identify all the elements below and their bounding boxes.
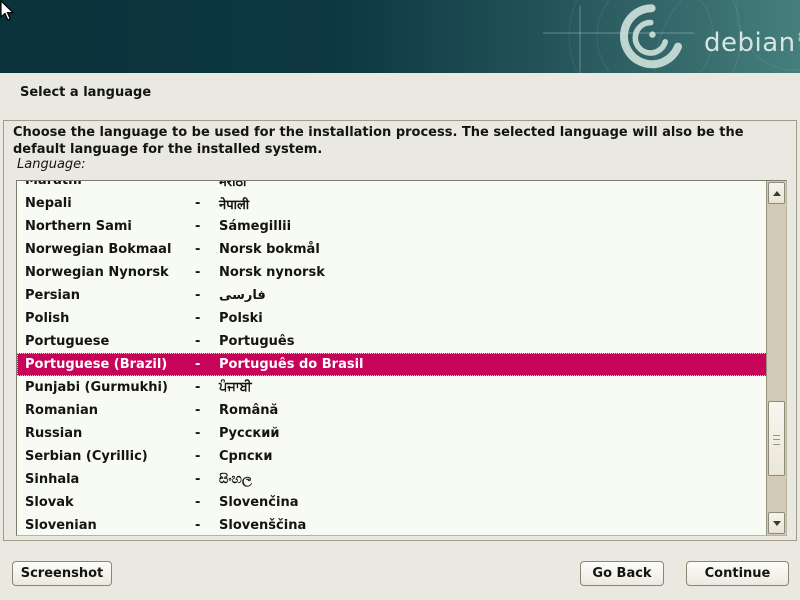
language-name: Slovak bbox=[25, 495, 195, 510]
language-list-item[interactable]: Northern Sami - Sámegillii bbox=[17, 215, 767, 238]
language-name: Nepali bbox=[25, 196, 195, 211]
language-name: Northern Sami bbox=[25, 219, 195, 234]
scrollbar[interactable] bbox=[766, 181, 786, 535]
page-title: Select a language bbox=[20, 85, 151, 100]
language-list-item[interactable]: Punjabi (Gurmukhi) - ਪੰਜਾਬੀ bbox=[17, 376, 767, 399]
language-native-name: Português bbox=[219, 334, 767, 349]
language-native-name: සිංහල bbox=[219, 472, 767, 487]
scrollbar-grip bbox=[773, 435, 780, 445]
language-native-name: ਪੰਜਾਬੀ bbox=[219, 380, 767, 395]
debian-brand-text: debian8 bbox=[704, 28, 800, 58]
language-name: Persian bbox=[25, 288, 195, 303]
language-separator: - bbox=[195, 449, 219, 464]
description-text: Choose the language to be used for the i… bbox=[13, 125, 783, 158]
language-list-item[interactable]: Norwegian Bokmaal - Norsk bokmål bbox=[17, 238, 767, 261]
language-list-item[interactable]: Marathi - मराठी bbox=[17, 180, 767, 192]
language-native-name: Português do Brasil bbox=[219, 357, 767, 372]
language-separator: - bbox=[195, 196, 219, 211]
language-name: Slovenian bbox=[25, 518, 195, 533]
language-list-item[interactable]: Portuguese (Brazil) - Português do Brasi… bbox=[17, 353, 767, 376]
language-name: Polish bbox=[25, 311, 195, 326]
screenshot-button[interactable]: Screenshot bbox=[12, 561, 112, 586]
language-label: Language: bbox=[17, 157, 86, 172]
language-separator: - bbox=[195, 518, 219, 533]
language-native-name: Српски bbox=[219, 449, 767, 464]
language-name: Romanian bbox=[25, 403, 195, 418]
language-list-item[interactable]: Slovak - Slovenčina bbox=[17, 491, 767, 514]
language-separator: - bbox=[195, 242, 219, 257]
language-name: Serbian (Cyrillic) bbox=[25, 449, 195, 464]
language-separator: - bbox=[195, 472, 219, 487]
installer-banner: debian8 bbox=[0, 0, 800, 73]
language-name: Norwegian Bokmaal bbox=[25, 242, 195, 257]
language-separator: - bbox=[195, 180, 219, 188]
language-name: Punjabi (Gurmukhi) bbox=[25, 380, 195, 395]
language-list: Marathi - मराठी Nepali - नेपाली Northern… bbox=[16, 180, 787, 536]
language-name: Norwegian Nynorsk bbox=[25, 265, 195, 280]
language-list-rows: Marathi - मराठी Nepali - नेपाली Northern… bbox=[17, 180, 767, 536]
language-separator: - bbox=[195, 357, 219, 372]
language-list-item[interactable]: Romanian - Română bbox=[17, 399, 767, 422]
language-name: Portuguese bbox=[25, 334, 195, 349]
language-native-name: فارسی bbox=[219, 288, 767, 303]
content-box: Choose the language to be used for the i… bbox=[3, 120, 797, 541]
language-list-item[interactable]: Nepali - नेपाली bbox=[17, 192, 767, 215]
scrollbar-thumb[interactable] bbox=[768, 401, 785, 476]
language-list-item[interactable]: Persian - فارسی bbox=[17, 284, 767, 307]
language-native-name: नेपाली bbox=[219, 195, 767, 213]
language-list-item[interactable]: Slovenian - Slovenščina bbox=[17, 514, 767, 536]
language-name: Sinhala bbox=[25, 472, 195, 487]
language-native-name: Русский bbox=[219, 426, 767, 441]
go-back-button[interactable]: Go Back bbox=[580, 561, 664, 586]
mouse-cursor-icon bbox=[0, 0, 15, 22]
language-native-name: Norsk nynorsk bbox=[219, 265, 767, 280]
chevron-up-icon bbox=[773, 191, 781, 196]
language-separator: - bbox=[195, 334, 219, 349]
language-list-item[interactable]: Russian - Русский bbox=[17, 422, 767, 445]
language-native-name: Norsk bokmål bbox=[219, 242, 767, 257]
language-name: Marathi bbox=[25, 180, 195, 188]
continue-button[interactable]: Continue bbox=[686, 561, 789, 586]
language-native-name: Română bbox=[219, 403, 767, 418]
language-list-item[interactable]: Norwegian Nynorsk - Norsk nynorsk bbox=[17, 261, 767, 284]
language-native-name: मराठी bbox=[219, 180, 767, 190]
scrollbar-up-button[interactable] bbox=[768, 182, 785, 204]
language-separator: - bbox=[195, 265, 219, 280]
language-native-name: Slovenščina bbox=[219, 518, 767, 533]
language-separator: - bbox=[195, 380, 219, 395]
language-native-name: Polski bbox=[219, 311, 767, 326]
language-separator: - bbox=[195, 219, 219, 234]
language-name: Russian bbox=[25, 426, 195, 441]
chevron-down-icon bbox=[773, 521, 781, 526]
language-native-name: Sámegillii bbox=[219, 219, 767, 234]
language-separator: - bbox=[195, 495, 219, 510]
language-native-name: Slovenčina bbox=[219, 495, 767, 510]
scrollbar-down-button[interactable] bbox=[768, 512, 785, 534]
language-list-item[interactable]: Portuguese - Português bbox=[17, 330, 767, 353]
language-separator: - bbox=[195, 403, 219, 418]
language-separator: - bbox=[195, 311, 219, 326]
language-name: Portuguese (Brazil) bbox=[25, 357, 195, 372]
language-list-item[interactable]: Polish - Polski bbox=[17, 307, 767, 330]
banner-decoration bbox=[0, 0, 800, 73]
language-list-item[interactable]: Serbian (Cyrillic) - Српски bbox=[17, 445, 767, 468]
language-list-item[interactable]: Sinhala - සිංහල bbox=[17, 468, 767, 491]
language-separator: - bbox=[195, 288, 219, 303]
language-separator: - bbox=[195, 426, 219, 441]
